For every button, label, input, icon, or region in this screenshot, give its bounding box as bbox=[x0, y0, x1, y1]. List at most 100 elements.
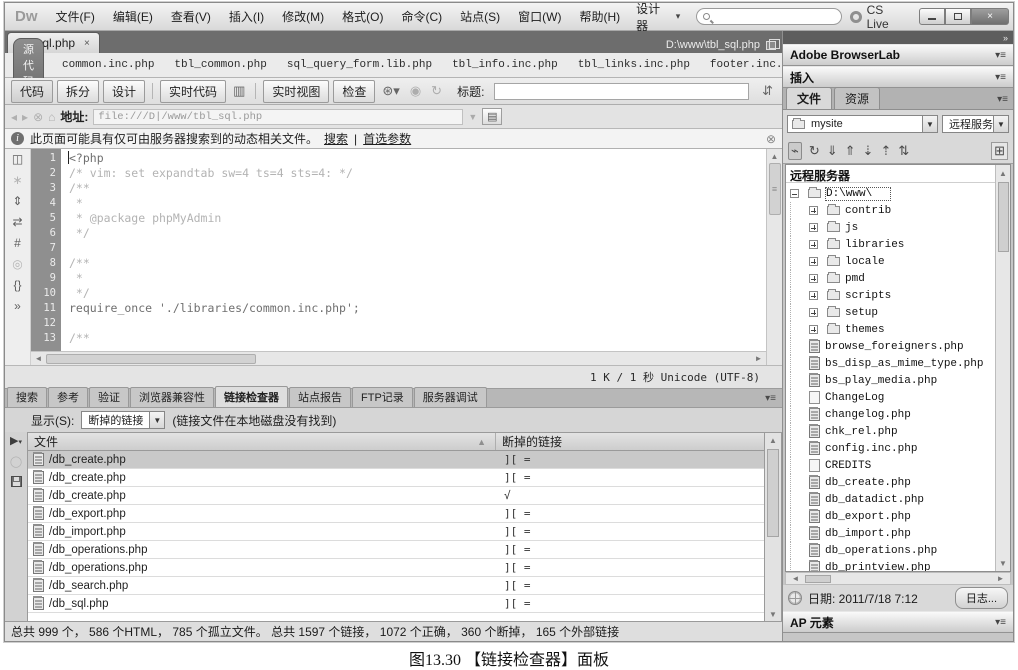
forward-icon[interactable]: ▸ bbox=[22, 110, 28, 124]
menu-item[interactable]: 帮助(H) bbox=[571, 5, 628, 28]
results-tab-FTP记录[interactable]: FTP记录 bbox=[352, 387, 413, 407]
vertical-scroll-thumb[interactable] bbox=[998, 182, 1009, 252]
tab-assets[interactable]: 资源 bbox=[834, 87, 880, 109]
maximize-button[interactable] bbox=[945, 8, 971, 25]
tree-item-file[interactable]: db_datadict.php bbox=[790, 491, 995, 508]
menu-item[interactable]: 修改(M) bbox=[274, 5, 332, 28]
discover-link[interactable]: 搜索 bbox=[324, 130, 348, 147]
save-report-icon[interactable] bbox=[11, 476, 22, 487]
file-management-icon[interactable]: ⇵ bbox=[759, 83, 776, 99]
vertical-scroll-thumb[interactable]: ≡ bbox=[769, 163, 781, 215]
panel-menu-icon[interactable]: ▾≡ bbox=[759, 393, 782, 407]
tree-item-folder[interactable]: pmd bbox=[790, 270, 995, 287]
balance-braces-icon[interactable]: {} bbox=[13, 279, 21, 291]
code-editor[interactable]: <?php/* vim: set expandtab sw=4 ts=4 sts… bbox=[61, 149, 766, 351]
checkin-files-icon[interactable]: ⇡ bbox=[880, 143, 891, 159]
tree-item-file[interactable]: db_import.php bbox=[790, 525, 995, 542]
tree-item-folder[interactable]: libraries bbox=[790, 236, 995, 253]
related-file-button[interactable]: tbl_common.php bbox=[174, 59, 266, 71]
expand-plus-icon[interactable] bbox=[809, 206, 818, 215]
column-header-broken-link[interactable]: 断掉的链接 bbox=[496, 433, 568, 450]
scroll-up-icon[interactable]: ▲ bbox=[999, 166, 1007, 180]
info-bar-close-icon[interactable]: ⊗ bbox=[766, 132, 776, 146]
menu-item[interactable]: 站点(S) bbox=[452, 5, 508, 28]
table-vertical-scrollbar[interactable]: ▲ ▼ bbox=[765, 432, 782, 621]
horizontal-scroll-thumb[interactable] bbox=[46, 354, 256, 364]
collapse-minus-icon[interactable] bbox=[790, 189, 799, 198]
design-view-button[interactable]: 设计 bbox=[103, 80, 145, 103]
table-row[interactable]: /db_operations.php][ = bbox=[28, 541, 764, 559]
highlight-invalid-code-icon[interactable]: ◎ bbox=[12, 258, 22, 270]
related-file-button[interactable]: tbl_info.inc.php bbox=[452, 59, 558, 71]
home-icon[interactable]: ⌂ bbox=[48, 110, 55, 124]
expand-plus-icon[interactable] bbox=[809, 291, 818, 300]
horizontal-scroll-thumb[interactable] bbox=[805, 575, 831, 583]
tab-files[interactable]: 文件 bbox=[786, 87, 832, 109]
restore-layout-icon[interactable] bbox=[766, 41, 776, 50]
scroll-up-icon[interactable]: ▲ bbox=[771, 149, 779, 163]
search-input[interactable] bbox=[696, 8, 842, 25]
tree-item-file[interactable]: db_create.php bbox=[790, 474, 995, 491]
related-file-button[interactable]: tbl_links.inc.php bbox=[578, 59, 690, 71]
table-row[interactable]: /db_sql.php][ = bbox=[28, 595, 764, 613]
tree-item-folder[interactable]: setup bbox=[790, 304, 995, 321]
tree-item-file[interactable]: config.inc.php bbox=[790, 440, 995, 457]
tree-item-folder[interactable]: contrib bbox=[790, 202, 995, 219]
menu-item[interactable]: 编辑(E) bbox=[105, 5, 161, 28]
scroll-down-icon[interactable]: ▼ bbox=[769, 607, 777, 621]
split-view-button[interactable]: 拆分 bbox=[57, 80, 99, 103]
preview-browser-icon[interactable]: ⊛▾ bbox=[379, 83, 402, 99]
connect-remote-icon[interactable]: ⌁ bbox=[788, 142, 802, 160]
table-row[interactable]: /db_create.php][ = bbox=[28, 469, 764, 487]
select-parent-tag-icon[interactable]: # bbox=[14, 237, 21, 249]
view-select[interactable]: 远程服务器 ▼ bbox=[942, 115, 1009, 133]
tree-item-file[interactable]: ChangeLog bbox=[790, 389, 995, 406]
tree-item-file[interactable]: browse_foreigners.php bbox=[790, 338, 995, 355]
refresh-icon[interactable]: ↻ bbox=[809, 143, 820, 159]
put-files-icon[interactable]: ⇑ bbox=[845, 143, 856, 159]
scroll-down-icon[interactable]: ▼ bbox=[999, 556, 1007, 570]
results-tab-浏览器兼容性[interactable]: 浏览器兼容性 bbox=[130, 387, 214, 407]
table-row[interactable]: /db_import.php][ = bbox=[28, 523, 764, 541]
back-icon[interactable]: ◂ bbox=[11, 110, 17, 124]
inspect-mode-icon[interactable]: ▥ bbox=[230, 83, 248, 99]
results-tab-参考[interactable]: 参考 bbox=[48, 387, 88, 407]
log-button[interactable]: 日志... bbox=[955, 587, 1008, 609]
address-dropdown-icon[interactable]: ▼ bbox=[468, 112, 477, 122]
menu-item[interactable]: 命令(C) bbox=[393, 5, 450, 28]
expand-plus-icon[interactable] bbox=[809, 223, 818, 232]
close-button[interactable]: × bbox=[971, 8, 1009, 25]
menu-item[interactable]: 查看(V) bbox=[163, 5, 219, 28]
code-view-button[interactable]: 代码 bbox=[11, 80, 53, 103]
expand-collapse-icon[interactable]: ⊞ bbox=[991, 142, 1008, 160]
ap-elements-panel-header[interactable]: AP 元素 ▾≡ bbox=[783, 611, 1013, 633]
table-row[interactable]: /db_search.php][ = bbox=[28, 577, 764, 595]
scroll-up-icon[interactable]: ▲ bbox=[769, 433, 777, 447]
tree-item-file[interactable]: db_export.php bbox=[790, 508, 995, 525]
menu-item[interactable]: 插入(I) bbox=[221, 5, 272, 28]
browserlab-panel-header[interactable]: Adobe BrowserLab ▾≡ bbox=[783, 44, 1013, 66]
tree-item-file[interactable]: CREDITS bbox=[790, 457, 995, 474]
code-horizontal-scrollbar[interactable]: ◄ ► bbox=[31, 351, 766, 365]
panel-menu-icon[interactable]: ▾≡ bbox=[995, 617, 1006, 628]
checkout-files-icon[interactable]: ⇣ bbox=[863, 143, 874, 159]
code-vertical-scrollbar[interactable]: ▲ ≡ bbox=[766, 149, 782, 365]
related-file-button[interactable]: sql_query_form.lib.php bbox=[287, 59, 432, 71]
results-tab-搜索[interactable]: 搜索 bbox=[7, 387, 47, 407]
expand-all-icon[interactable]: ⇄ bbox=[12, 216, 22, 228]
expand-plus-icon[interactable] bbox=[809, 274, 818, 283]
visual-aids-icon[interactable]: ◉ bbox=[407, 83, 424, 99]
get-files-icon[interactable]: ⇓ bbox=[827, 143, 838, 159]
tab-close-icon[interactable]: × bbox=[84, 38, 90, 49]
menu-item[interactable]: 格式(O) bbox=[334, 5, 391, 28]
insert-panel-header[interactable]: 插入 ▾≡ bbox=[783, 66, 1013, 88]
results-tab-链接检查器[interactable]: 链接检查器 bbox=[215, 386, 288, 407]
show-select[interactable]: 断掉的链接 ▼ bbox=[81, 411, 165, 429]
stop-icon[interactable]: ⊗ bbox=[33, 110, 43, 124]
tree-item-root[interactable]: D:\www\ bbox=[790, 185, 995, 202]
panel-menu-icon[interactable]: ▾≡ bbox=[992, 94, 1013, 109]
scroll-left-icon[interactable]: ◄ bbox=[31, 354, 46, 363]
more-tools-icon[interactable]: » bbox=[14, 300, 21, 312]
expand-plus-icon[interactable] bbox=[809, 308, 818, 317]
scroll-right-icon[interactable]: ► bbox=[993, 574, 1008, 583]
